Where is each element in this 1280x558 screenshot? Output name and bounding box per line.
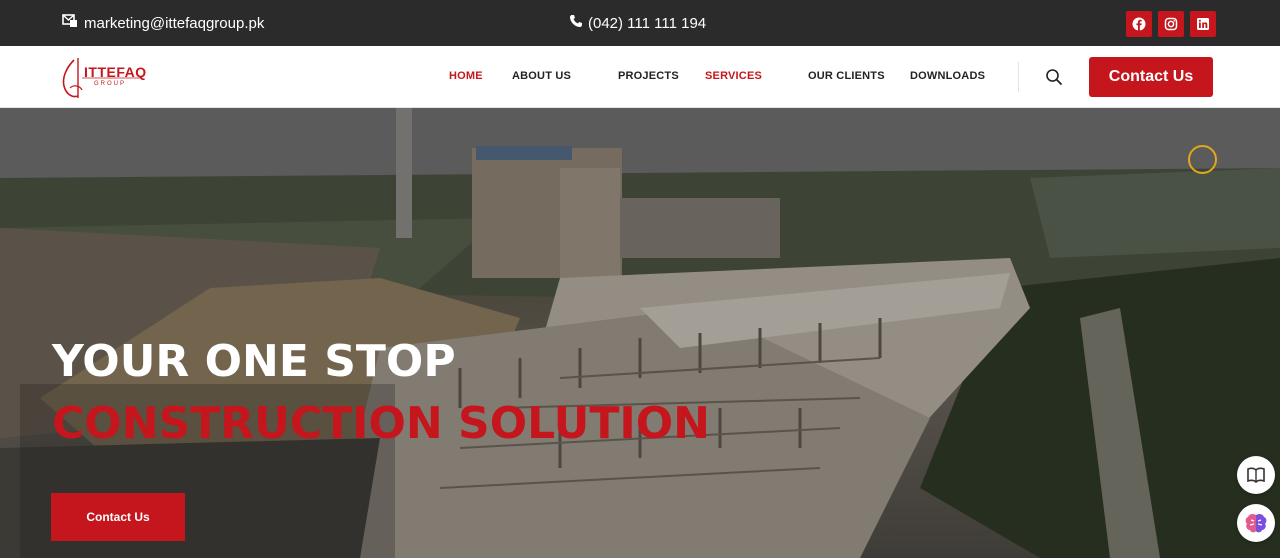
- linkedin-icon[interactable]: [1190, 11, 1216, 37]
- nav-home[interactable]: HOME: [449, 70, 483, 82]
- instagram-icon[interactable]: [1158, 11, 1184, 37]
- nav-projects[interactable]: PROJECTS: [618, 70, 679, 82]
- email-link[interactable]: marketing@ittefaqgroup.pk: [62, 14, 264, 32]
- facebook-icon[interactable]: [1126, 11, 1152, 37]
- phone-icon: [569, 14, 583, 32]
- social-links: [1126, 11, 1216, 37]
- email-text: marketing@ittefaqgroup.pk: [84, 14, 265, 32]
- ai-brain-icon[interactable]: [1237, 504, 1275, 542]
- top-info-bar: marketing@ittefaqgroup.pk (042) 111 111 …: [0, 0, 1280, 46]
- hero-headline-line2: CONSTRUCTION SOLUTION: [52, 398, 710, 449]
- cursor-ring-indicator: [1188, 145, 1217, 174]
- main-header: ITTEFAQ GROUP HOME ABOUT US PROJECTS SER…: [0, 46, 1280, 108]
- phone-text: (042) 111 111 194: [588, 14, 707, 32]
- mail-icon: [62, 14, 78, 32]
- search-icon[interactable]: [1044, 67, 1064, 87]
- nav-services[interactable]: SERVICES: [705, 70, 762, 82]
- hero-banner: YOUR ONE STOP CONSTRUCTION SOLUTION Cont…: [0, 108, 1280, 558]
- nav-downloads[interactable]: DOWNLOADS: [910, 70, 985, 82]
- phone-link[interactable]: (042) 111 111 194: [569, 14, 706, 32]
- nav-our-clients[interactable]: OUR CLIENTS: [808, 70, 885, 82]
- header-divider: [1018, 62, 1019, 92]
- hero-contact-us-button[interactable]: Contact Us: [51, 493, 185, 541]
- hero-headline-line1: YOUR ONE STOP: [52, 336, 456, 387]
- nav-about-us[interactable]: ABOUT US: [512, 70, 571, 82]
- main-nav: HOME ABOUT US PROJECTS SERVICES OUR CLIE…: [0, 46, 1010, 108]
- reader-book-icon[interactable]: [1237, 456, 1275, 494]
- contact-us-button[interactable]: Contact Us: [1089, 57, 1213, 97]
